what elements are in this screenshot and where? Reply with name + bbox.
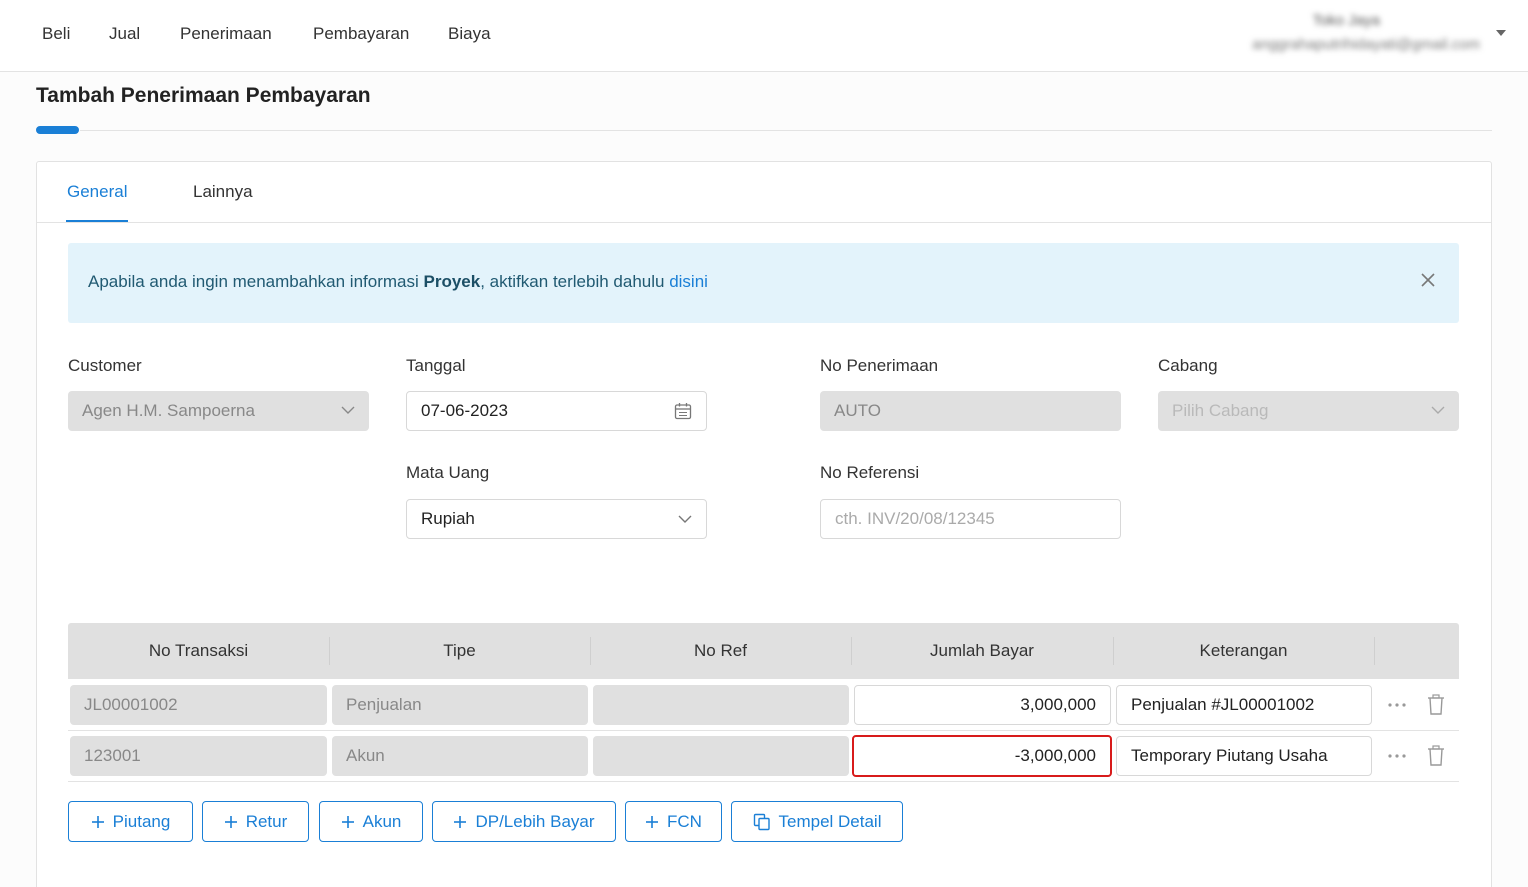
tempel-detail-button[interactable]: Tempel Detail: [731, 801, 903, 842]
tab-general[interactable]: General: [67, 182, 127, 202]
add-piutang-label: Piutang: [112, 811, 171, 831]
row2-keterangan-input[interactable]: Temporary Piutang Usaha: [1116, 736, 1372, 776]
info-alert: Apabila anda ingin menambahkan informasi…: [68, 243, 1459, 323]
user-menu[interactable]: Toko Jaya anggrahaputrihidayati@gmail.co…: [1220, 10, 1480, 60]
title-divider: [80, 130, 1492, 131]
alert-text-before: Apabila anda ingin menambahkan informasi: [88, 272, 424, 291]
nav-item-biaya[interactable]: Biaya: [448, 24, 491, 44]
copy-icon: [753, 813, 771, 831]
cabang-label: Cabang: [1158, 356, 1218, 375]
row-divider: [68, 781, 1459, 782]
plus-icon: [453, 815, 467, 829]
customer-select[interactable]: Agen H.M. Sampoerna: [68, 391, 369, 431]
add-fcn-button[interactable]: FCN: [625, 801, 722, 842]
row2-jumlah-bayar-input[interactable]: -3,000,000: [852, 735, 1112, 777]
row2-tipe: Akun: [332, 736, 588, 776]
caret-down-icon[interactable]: [1496, 30, 1506, 36]
mata-uang-select[interactable]: Rupiah: [406, 499, 707, 539]
customer-label: Customer: [68, 356, 142, 375]
tanggal-value: 07-06-2023: [421, 401, 508, 420]
no-penerimaan-label: No Penerimaan: [820, 356, 939, 375]
add-fcn-label: FCN: [667, 811, 702, 831]
nav-item-jual[interactable]: Jual: [109, 24, 140, 44]
chevron-down-icon: [1431, 406, 1445, 414]
plus-icon: [645, 815, 659, 829]
trash-icon[interactable]: [1427, 694, 1445, 716]
row2-no-transaksi: 123001: [70, 736, 327, 776]
page-title: Tambah Penerimaan Pembayaran: [36, 84, 371, 107]
plus-icon: [341, 815, 355, 829]
customer-value: Agen H.M. Sampoerna: [82, 401, 255, 420]
cabang-select[interactable]: Pilih Cabang: [1158, 391, 1459, 431]
tab-lainnya[interactable]: Lainnya: [193, 182, 253, 202]
chevron-down-icon: [341, 406, 355, 414]
user-name: Toko Jaya: [1312, 12, 1380, 29]
tabs-divider: [37, 222, 1491, 223]
trash-icon[interactable]: [1427, 745, 1445, 767]
user-email: anggrahaputrihidayati@gmail.com: [1252, 36, 1480, 53]
mata-uang-value: Rupiah: [421, 509, 475, 528]
tanggal-date-input[interactable]: 07-06-2023: [406, 391, 707, 431]
add-akun-button[interactable]: Akun: [319, 801, 423, 842]
nav-item-penerimaan[interactable]: Penerimaan: [180, 24, 272, 44]
mata-uang-label: Mata Uang: [406, 463, 490, 482]
close-icon[interactable]: [1419, 271, 1437, 289]
row1-tipe: Penjualan: [332, 685, 588, 725]
alert-link-disini[interactable]: disini: [669, 272, 708, 291]
row1-jumlah-bayar-input[interactable]: 3,000,000: [854, 685, 1111, 725]
calendar-icon[interactable]: [674, 402, 692, 420]
top-navigation: Beli Jual Penerimaan Pembayaran Biaya To…: [0, 0, 1528, 72]
no-penerimaan-value: AUTO: [834, 401, 881, 420]
column-header-no-transaksi: No Transaksi: [148, 641, 249, 660]
add-retur-label: Retur: [245, 811, 288, 831]
add-retur-button[interactable]: Retur: [202, 801, 309, 842]
title-accent-bar: [36, 126, 79, 134]
column-header-tipe: Tipe: [443, 641, 476, 660]
column-separator: [1374, 637, 1375, 665]
plus-icon: [91, 815, 105, 829]
table-header: No Transaksi Tipe No Ref Jumlah Bayar Ke…: [68, 623, 1459, 679]
column-header-no-ref: No Ref: [694, 641, 747, 660]
alert-bold-text: Proyek: [423, 272, 481, 291]
tanggal-label: Tanggal: [406, 356, 466, 375]
no-referensi-label: No Referensi: [820, 463, 920, 482]
no-referensi-input[interactable]: cth. INV/20/08/12345: [820, 499, 1121, 539]
row1-no-transaksi: JL00001002: [70, 685, 327, 725]
row-divider: [68, 730, 1459, 731]
cabang-placeholder: Pilih Cabang: [1172, 401, 1269, 420]
row1-no-ref: [593, 685, 849, 725]
column-header-keterangan: Keterangan: [1199, 641, 1288, 660]
nav-item-pembayaran[interactable]: Pembayaran: [313, 24, 409, 44]
plus-icon: [224, 815, 238, 829]
alert-text-after: , aktifkan terlebih dahulu: [480, 272, 670, 291]
chevron-down-icon: [678, 515, 692, 523]
tempel-detail-label: Tempel Detail: [778, 811, 882, 831]
add-dp-lebih-bayar-label: DP/Lebih Bayar: [475, 811, 595, 831]
no-referensi-placeholder: cth. INV/20/08/12345: [835, 509, 995, 528]
add-akun-label: Akun: [362, 811, 402, 831]
add-dp-lebih-bayar-button[interactable]: DP/Lebih Bayar: [432, 801, 616, 842]
row2-no-ref: [593, 736, 849, 776]
row1-keterangan-input[interactable]: Penjualan #JL00001002: [1116, 685, 1372, 725]
column-header-jumlah-bayar: Jumlah Bayar: [930, 641, 1034, 660]
no-penerimaan-field: AUTO: [820, 391, 1121, 431]
more-options-icon[interactable]: [1387, 753, 1407, 759]
more-options-icon[interactable]: [1387, 702, 1407, 708]
add-piutang-button[interactable]: Piutang: [68, 801, 193, 842]
alert-message: Apabila anda ingin menambahkan informasi…: [88, 272, 708, 292]
nav-item-beli[interactable]: Beli: [42, 24, 70, 44]
